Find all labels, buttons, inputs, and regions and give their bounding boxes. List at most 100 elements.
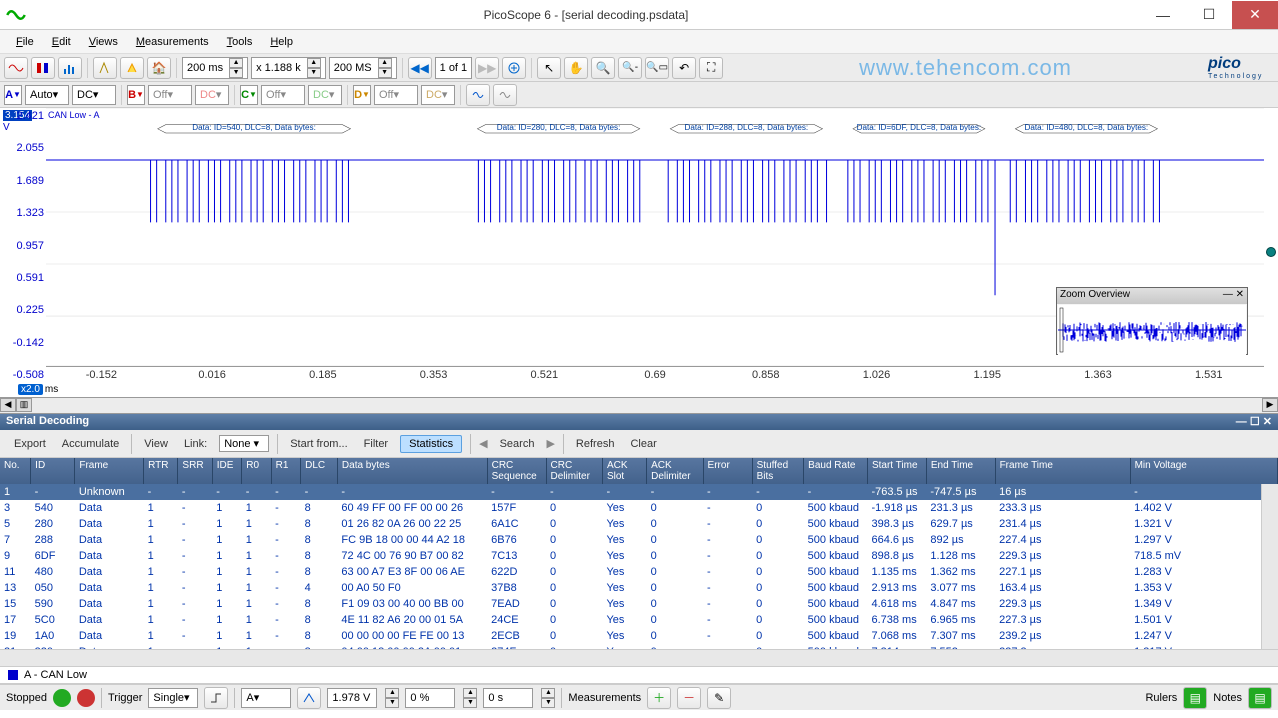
decode-table[interactable]: No.IDFrameRTRSRRIDER0R1DLCData bytesCRC …: [0, 458, 1278, 666]
menu-bar: File Edit Views Measurements Tools Help: [0, 30, 1278, 54]
trigger-marker-icon[interactable]: [1266, 247, 1276, 257]
table-row[interactable]: 13050Data1-11-400 A0 50 F037B80Yes0-0500…: [0, 580, 1278, 596]
trigger-label: Trigger: [108, 692, 142, 704]
table-row[interactable]: 96DFData1-11-872 4C 00 76 90 B7 00 827C1…: [0, 548, 1278, 564]
scope-mode-icon[interactable]: [4, 57, 28, 79]
channel-a-coupling[interactable]: DC▾: [72, 85, 116, 105]
table-row[interactable]: 5280Data1-11-801 26 82 0A 26 00 22 256A1…: [0, 516, 1278, 532]
notes-icon[interactable]: ▤: [1248, 687, 1272, 709]
export-button[interactable]: Export: [10, 436, 50, 452]
decode-min-icon[interactable]: —: [1236, 416, 1247, 428]
channel-b-range[interactable]: Off▾: [148, 85, 192, 105]
channel-a-range[interactable]: Auto▾: [25, 85, 69, 105]
table-row[interactable]: 3540Data1-11-860 49 FF 00 FF 00 00 26157…: [0, 500, 1278, 516]
table-row[interactable]: 11480Data1-11-863 00 A7 E3 8F 00 06 AE62…: [0, 564, 1278, 580]
autosetup-icon[interactable]: [120, 57, 144, 79]
menu-views[interactable]: Views: [81, 34, 126, 50]
trigger-mode-select[interactable]: Single ▾: [148, 688, 198, 708]
link-select[interactable]: None ▾: [219, 435, 269, 452]
buffer-nav-icon[interactable]: [502, 57, 526, 79]
menu-measurements[interactable]: Measurements: [128, 34, 217, 50]
hand-icon[interactable]: ✋: [564, 57, 588, 79]
start-from-button[interactable]: Start from...: [286, 436, 351, 452]
siggen-icon[interactable]: [93, 57, 117, 79]
channel-c-range[interactable]: Off▾: [261, 85, 305, 105]
channel-b-coupling[interactable]: DC▾: [195, 85, 229, 105]
channel-c-coupling[interactable]: DC▾: [308, 85, 342, 105]
search-prev-icon[interactable]: ◀: [479, 437, 487, 450]
edit-measurement-icon[interactable]: ✎: [707, 687, 731, 709]
delay[interactable]: 0 s: [483, 688, 533, 708]
zoom-window-icon[interactable]: 🔍▭: [645, 57, 669, 79]
spectrum-icon[interactable]: [58, 57, 82, 79]
menu-tools[interactable]: Tools: [219, 34, 261, 50]
channel-b-label[interactable]: B▼: [127, 85, 145, 105]
next-buffer-icon[interactable]: ▶▶: [475, 57, 499, 79]
channel-d-range[interactable]: Off▾: [374, 85, 418, 105]
persistence-icon[interactable]: [31, 57, 55, 79]
table-hscroll[interactable]: [0, 649, 1278, 666]
close-button[interactable]: ✕: [1232, 1, 1278, 29]
channel-d-coupling[interactable]: DC▾: [421, 85, 455, 105]
zoom-close-icon[interactable]: ✕: [1236, 289, 1244, 300]
zoom-fit-icon[interactable]: ⛶: [699, 57, 723, 79]
stop-button[interactable]: [77, 689, 95, 707]
search-button[interactable]: Search: [496, 436, 539, 452]
table-row[interactable]: 15590Data1-11-8F1 09 03 00 40 00 BB 007E…: [0, 596, 1278, 612]
prev-buffer-icon[interactable]: ◀◀: [408, 57, 432, 79]
table-vscroll[interactable]: [1261, 484, 1278, 649]
go-button[interactable]: [53, 689, 71, 707]
zoom-overview-panel[interactable]: Zoom Overview — ✕: [1056, 287, 1248, 355]
timebase-select[interactable]: 200 ms▲▼: [182, 57, 248, 79]
zoom-out-icon[interactable]: 🔍-: [618, 57, 642, 79]
window-title: PicoScope 6 - [serial decoding.psdata]: [32, 8, 1140, 22]
pretrigger[interactable]: 0 %: [405, 688, 455, 708]
zoom-in-icon[interactable]: 🔍: [591, 57, 615, 79]
menu-edit[interactable]: Edit: [44, 34, 79, 50]
decode-max-icon[interactable]: ☐: [1250, 416, 1260, 428]
table-row[interactable]: 1-Unknown---------------763.5 µs-747.5 µ…: [0, 484, 1278, 500]
filter-button[interactable]: Filter: [360, 436, 392, 452]
window-titlebar: PicoScope 6 - [serial decoding.psdata] —…: [0, 0, 1278, 30]
samples-select[interactable]: 200 MS▲▼: [329, 57, 397, 79]
home-icon[interactable]: 🏠: [147, 57, 171, 79]
accumulate-button[interactable]: Accumulate: [58, 436, 123, 452]
trigger-channel-select[interactable]: A ▾: [241, 688, 291, 708]
zoom-min-icon[interactable]: —: [1223, 289, 1233, 300]
trigger-level[interactable]: 1.978 V: [327, 688, 377, 708]
measurements-label: Measurements: [568, 692, 641, 704]
menu-file[interactable]: File: [8, 34, 42, 50]
search-next-icon[interactable]: ▶: [546, 437, 554, 450]
maximize-button[interactable]: ☐: [1186, 1, 1232, 29]
statistics-button[interactable]: Statistics: [400, 435, 462, 453]
scroll-left-icon[interactable]: ◀: [0, 398, 16, 412]
table-row[interactable]: 175C0Data1-11-84E 11 82 A6 20 00 01 5A24…: [0, 612, 1278, 628]
rulers-icon[interactable]: ▤: [1183, 687, 1207, 709]
table-row[interactable]: 191A0Data1-11-800 00 00 00 FE FE 00 132E…: [0, 628, 1278, 644]
trigger-edge-icon[interactable]: [204, 687, 228, 709]
clear-button[interactable]: Clear: [626, 436, 660, 452]
trigger-slope-icon[interactable]: [297, 687, 321, 709]
refresh-button[interactable]: Refresh: [572, 436, 619, 452]
table-row[interactable]: 7288Data1-11-8FC 9B 18 00 00 44 A2 186B7…: [0, 532, 1278, 548]
status-bar: Stopped Trigger Single ▾ A ▾ 1.978 V▲▼ 0…: [0, 684, 1278, 710]
channel-d-label[interactable]: D▼: [353, 85, 371, 105]
ref-channel-icon[interactable]: [493, 84, 517, 106]
app-icon: [6, 5, 26, 25]
add-measurement-icon[interactable]: ＋: [647, 687, 671, 709]
menu-help[interactable]: Help: [262, 34, 301, 50]
remove-measurement-icon[interactable]: －: [677, 687, 701, 709]
decode-close-icon[interactable]: ✕: [1263, 416, 1272, 428]
buffer-pager[interactable]: 1 of 1: [435, 57, 473, 79]
zoom-overview-plot[interactable]: [1058, 305, 1246, 355]
pointer-icon[interactable]: ↖: [537, 57, 561, 79]
oscilloscope-view[interactable]: 3.154 V CAN Low - A 2.4212.0551.6891.323…: [0, 108, 1278, 398]
channel-a-label[interactable]: A▼: [4, 85, 22, 105]
undo-zoom-icon[interactable]: ↶: [672, 57, 696, 79]
channel-c-label[interactable]: C▼: [240, 85, 258, 105]
minimize-button[interactable]: —: [1140, 1, 1186, 29]
scroll-right-icon[interactable]: ▶: [1262, 398, 1278, 412]
math-channel-icon[interactable]: [466, 84, 490, 106]
scroll-splitter-icon[interactable]: ▥: [16, 398, 32, 412]
zoom-factor[interactable]: x 1.188 k▲▼: [251, 57, 326, 79]
